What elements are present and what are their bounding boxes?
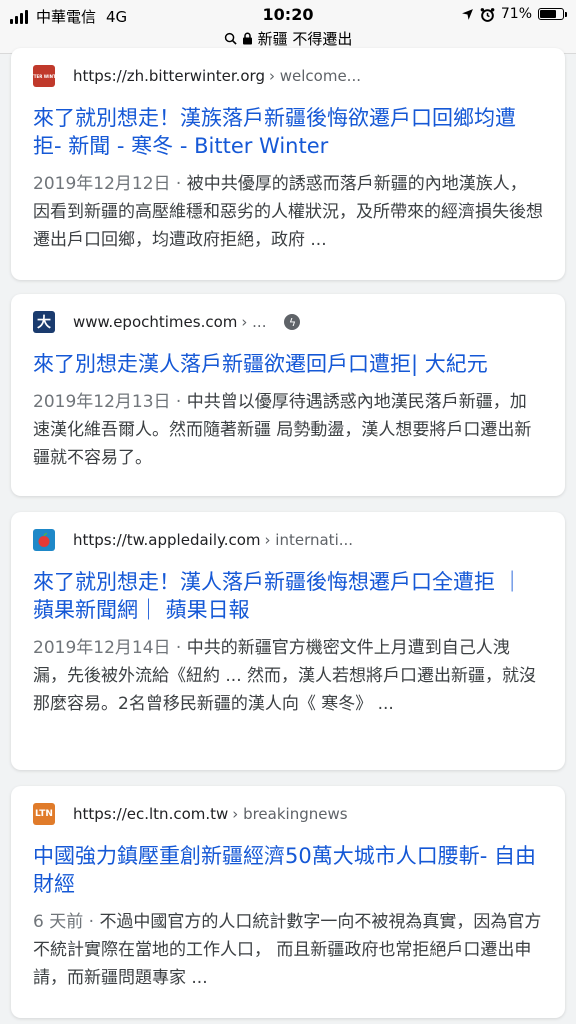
result-snippet: 2019年12月14日 · 中共的新疆官方機密文件上月遭到自己人洩漏，先後被外流… bbox=[33, 634, 543, 718]
search-icon bbox=[224, 32, 237, 45]
result-title-link[interactable]: 中國強力鎮壓重創新疆經濟50萬大城市人口腰斬- 自由財經 bbox=[33, 842, 543, 898]
ltn-logo-icon: LTN bbox=[33, 803, 55, 825]
result-date: 2019年12月13日 · bbox=[33, 392, 187, 412]
bitterwinter-logo-icon: BITTER WINTER bbox=[26, 65, 62, 87]
result-source[interactable]: LTN https://ec.ltn.com.tw › breakingnews bbox=[33, 802, 543, 826]
result-snippet: 6 天前 · 不過中國官方的人口統計數字一向不被視為真實，因為官方不統計實際在當… bbox=[33, 908, 543, 992]
result-path: › internati... bbox=[264, 531, 354, 549]
result-source[interactable]: BITTER WINTER https://zh.bitterwinter.or… bbox=[26, 64, 543, 88]
alarm-clock-icon bbox=[480, 7, 495, 22]
battery-percent: 71% bbox=[500, 6, 532, 22]
result-card: 大 www.epochtimes.com › ... ϟ 來了別想走漢人落戶新疆… bbox=[11, 294, 565, 496]
result-date: 2019年12月14日 · bbox=[33, 638, 187, 658]
status-bar: 中華電信 4G 10:20 71% 新疆 不得遷出 bbox=[0, 0, 576, 54]
result-url: https://ec.ltn.com.tw bbox=[73, 805, 229, 823]
result-snippet: 2019年12月13日 · 中共曾以優厚待遇誘惑內地漢民落戶新疆，加速漢化維吾爾… bbox=[33, 388, 543, 472]
result-url: https://zh.bitterwinter.org bbox=[73, 67, 265, 85]
result-path: › ... bbox=[241, 313, 267, 331]
result-url: https://tw.appledaily.com bbox=[73, 531, 261, 549]
battery-icon bbox=[538, 8, 567, 20]
result-title-link[interactable]: 來了別想走漢人落戶新疆欲遷回戶口遭拒| 大紀元 bbox=[33, 350, 543, 378]
amp-lightning-icon: ϟ bbox=[284, 314, 301, 330]
result-date: 6 天前 · bbox=[33, 912, 100, 932]
result-path: › welcome... bbox=[268, 67, 361, 85]
result-title-link[interactable]: 來了就別想走！漢族落戶新疆後悔欲遷戶口回鄉均遭拒- 新聞 - 寒冬 - Bitt… bbox=[33, 104, 543, 160]
search-query: 新疆 不得遷出 bbox=[257, 30, 353, 48]
result-source[interactable]: https://tw.appledaily.com › internati... bbox=[33, 528, 543, 552]
status-icons: 71% bbox=[461, 6, 567, 22]
result-url: www.epochtimes.com bbox=[73, 313, 238, 331]
address-bar[interactable]: 新疆 不得遷出 bbox=[0, 28, 576, 49]
lock-icon bbox=[242, 32, 252, 45]
result-card: LTN https://ec.ltn.com.tw › breakingnews… bbox=[11, 786, 565, 1018]
result-snippet-text: 不過中國官方的人口統計數字一向不被視為真實，因為官方不統計實際在當地的工作人口，… bbox=[33, 912, 542, 988]
result-date: 2019年12月12日 · bbox=[33, 174, 187, 194]
location-arrow-icon bbox=[461, 8, 473, 20]
result-card: BITTER WINTER https://zh.bitterwinter.or… bbox=[11, 48, 565, 280]
epochtimes-logo-icon: 大 bbox=[33, 311, 55, 333]
result-card: https://tw.appledaily.com › internati...… bbox=[11, 512, 565, 770]
result-snippet: 2019年12月12日 · 被中共優厚的誘惑而落戶新疆的內地漢族人，因看到新疆的… bbox=[33, 170, 543, 254]
result-path: › breakingnews bbox=[232, 805, 348, 823]
appledaily-logo-icon bbox=[33, 529, 55, 551]
result-title-link[interactable]: 來了就別想走！漢人落戶新疆後悔想遷戶口全遭拒 ｜ 蘋果新聞網｜ 蘋果日報 bbox=[33, 568, 543, 624]
result-source[interactable]: 大 www.epochtimes.com › ... ϟ bbox=[33, 310, 543, 334]
